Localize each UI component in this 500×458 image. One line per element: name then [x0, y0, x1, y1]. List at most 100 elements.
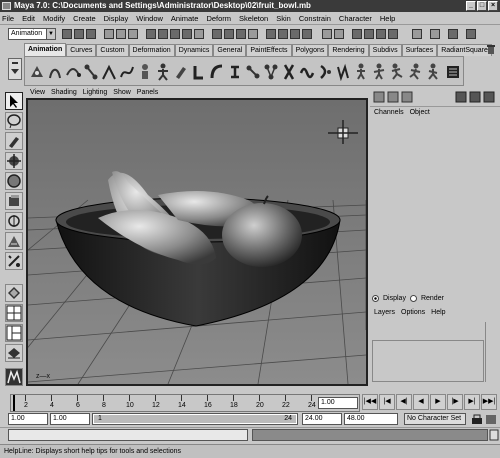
blend-shape-icon[interactable] — [353, 63, 369, 81]
playback-end-field[interactable]: 24.00 — [302, 413, 342, 425]
cluster-icon[interactable] — [191, 63, 207, 81]
go-to-start-button[interactable]: |◀◀ — [362, 394, 378, 410]
tab-subdivs[interactable]: Subdivs — [368, 44, 402, 56]
tab-painteffects[interactable]: PaintEffects — [246, 44, 292, 56]
snap-point-icon[interactable] — [236, 29, 246, 39]
panel-menu-lighting[interactable]: Lighting — [83, 89, 108, 96]
new-scene-icon[interactable] — [62, 29, 72, 39]
script-editor-icon[interactable] — [489, 429, 499, 441]
end-time-field[interactable]: 48.00 — [344, 413, 398, 425]
menu-set-dropdown[interactable]: Animation ▼ — [8, 28, 56, 40]
snap-grid-icon[interactable] — [212, 29, 222, 39]
skin-bind-icon[interactable] — [137, 63, 153, 81]
tab-dynamics[interactable]: Dynamics — [174, 44, 214, 56]
menu-window[interactable]: Window — [136, 14, 163, 23]
motion-path-icon[interactable] — [65, 63, 81, 81]
close-button[interactable]: × — [488, 1, 498, 11]
step-forward-key-button[interactable]: |▶ — [447, 394, 463, 410]
tab-surfaces[interactable]: Surfaces — [401, 44, 438, 56]
pose-icon[interactable] — [389, 63, 405, 81]
menu-display[interactable]: Display — [104, 14, 129, 23]
show-attribute-editor-icon[interactable] — [412, 29, 422, 39]
menu-constrain[interactable]: Constrain — [299, 14, 331, 23]
wave-deformer-icon[interactable] — [299, 63, 315, 81]
display-radio[interactable] — [372, 295, 379, 302]
paint-select-tool[interactable] — [5, 132, 23, 150]
select-component-icon[interactable] — [128, 29, 138, 39]
wrap-deformer-icon[interactable] — [317, 63, 333, 81]
current-frame-field[interactable]: 1.00 — [318, 397, 358, 409]
menu-edit[interactable]: Edit — [22, 14, 35, 23]
joint-tool-icon[interactable] — [83, 63, 99, 81]
panel-menu-show[interactable]: Show — [113, 89, 131, 96]
tab-general[interactable]: General — [213, 44, 247, 56]
step-back-button[interactable]: |◀ — [379, 394, 395, 410]
wire-tool-icon[interactable] — [371, 63, 387, 81]
perspective-viewport[interactable]: z—x — [26, 98, 368, 386]
trash-icon[interactable] — [486, 44, 496, 55]
curve-icon[interactable] — [364, 29, 374, 39]
flare-deformer-icon[interactable] — [227, 63, 243, 81]
ik-spline-icon[interactable] — [119, 63, 135, 81]
relative-transform-icon[interactable] — [334, 29, 344, 39]
select-hierarchy-icon[interactable] — [104, 29, 114, 39]
render-radio[interactable] — [409, 295, 417, 302]
four-view-layout[interactable] — [5, 304, 23, 322]
layers-menu[interactable]: Layers — [374, 309, 395, 316]
save-scene-icon[interactable] — [86, 29, 96, 39]
tab-custom[interactable]: Custom — [96, 44, 129, 56]
snap-view-plane-icon[interactable] — [248, 29, 258, 39]
panel-menu-panels[interactable]: Panels — [137, 89, 158, 96]
menu-file[interactable]: File — [2, 14, 14, 23]
move-tool[interactable] — [5, 152, 23, 170]
channel-box[interactable]: Channels Object — [370, 106, 500, 286]
open-scene-icon[interactable] — [74, 29, 84, 39]
outliner-persp-layout[interactable] — [5, 324, 23, 342]
layers-help-menu[interactable]: Help — [431, 309, 445, 316]
character-icon[interactable] — [155, 63, 171, 81]
play-forward-button[interactable]: ▶ — [430, 394, 446, 410]
mask-surfaces-icon[interactable] — [182, 29, 192, 39]
manipulator-tool[interactable] — [5, 212, 23, 230]
panel-menu-shading[interactable]: Shading — [51, 89, 77, 96]
scale-tool[interactable] — [5, 192, 23, 210]
bend-deformer-icon[interactable] — [209, 63, 225, 81]
link-icon[interactable] — [376, 29, 386, 39]
clip-editor-icon[interactable] — [445, 63, 461, 81]
mask-curves-icon[interactable] — [170, 29, 180, 39]
tab-animation[interactable]: Animation — [24, 43, 67, 56]
command-input[interactable] — [8, 429, 248, 441]
sculpt-deformer-icon[interactable] — [335, 63, 351, 81]
tab-polygons[interactable]: Polygons — [291, 44, 329, 56]
playback-start-field[interactable]: 1.00 — [50, 413, 90, 425]
rotate-tool[interactable] — [5, 172, 23, 190]
layer-list[interactable] — [372, 340, 484, 382]
outliner-icon[interactable] — [466, 29, 476, 39]
tab-radiantsquare[interactable]: RadiantSquare — [437, 44, 492, 56]
single-perspective-layout[interactable] — [5, 284, 23, 302]
tab-deformation[interactable]: Deformation — [128, 44, 175, 56]
key-lock-icon[interactable] — [470, 413, 498, 425]
step-forward-button[interactable]: ▶| — [464, 394, 480, 410]
menu-modify[interactable]: Modify — [43, 14, 65, 23]
history-icon[interactable] — [266, 29, 276, 39]
menu-skin[interactable]: Skin — [276, 14, 291, 23]
render-frame-icon[interactable] — [278, 29, 288, 39]
menu-skeleton[interactable]: Skeleton — [239, 14, 268, 23]
show-tool-settings-icon[interactable] — [430, 29, 440, 39]
input-field-icon[interactable] — [322, 29, 332, 39]
object-menu[interactable]: Object — [410, 109, 430, 116]
select-tool[interactable] — [5, 92, 23, 110]
minimize-button[interactable]: _ — [466, 1, 476, 11]
sine-deformer-icon[interactable] — [245, 63, 261, 81]
menu-deform[interactable]: Deform — [206, 14, 231, 23]
go-to-end-button[interactable]: ▶▶| — [481, 394, 497, 410]
select-object-icon[interactable] — [116, 29, 126, 39]
menu-animate[interactable]: Animate — [171, 14, 199, 23]
lasso-tool[interactable] — [5, 112, 23, 130]
menu-character[interactable]: Character — [339, 14, 372, 23]
ik-handle-icon[interactable] — [101, 63, 117, 81]
lattice-icon[interactable] — [173, 63, 189, 81]
step-back-key-button[interactable]: ◀| — [396, 394, 412, 410]
walk-pose-icon[interactable] — [425, 63, 441, 81]
